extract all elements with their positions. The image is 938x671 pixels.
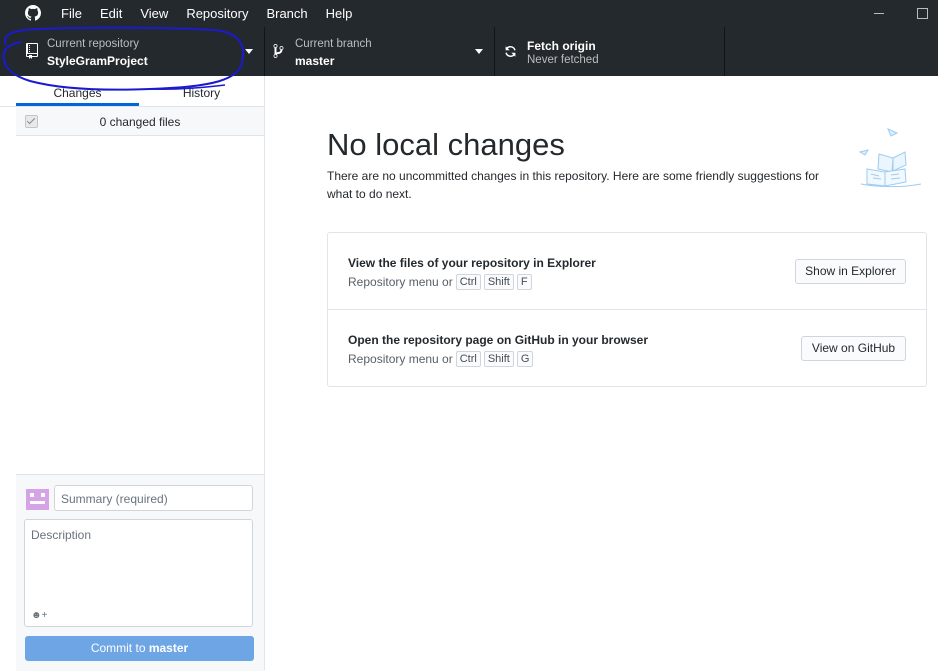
- page-subtitle: There are no uncommitted changes in this…: [327, 169, 820, 201]
- suggestion-hint-text: Repository menu or: [348, 275, 453, 289]
- kbd-ctrl: Ctrl: [455, 274, 481, 290]
- branch-name: master: [295, 54, 335, 68]
- suggestions-card: View the files of your repository in Exp…: [327, 232, 927, 387]
- show-in-explorer-button[interactable]: Show in Explorer: [795, 259, 906, 284]
- suggestion-hint: Repository menu or Ctrl Shift F: [348, 274, 532, 290]
- fetch-origin-button[interactable]: Fetch origin Never fetched: [495, 27, 725, 76]
- description-placeholder: Description: [31, 528, 92, 542]
- page-title: No local changes: [327, 127, 565, 162]
- kbd-g: G: [516, 351, 534, 367]
- commit-button[interactable]: Commit to master: [25, 636, 254, 661]
- commit-button-branch: master: [148, 641, 189, 655]
- maximize-icon: [916, 8, 928, 19]
- fetch-title: Fetch origin: [527, 39, 596, 53]
- kbd-ctrl: Ctrl: [455, 351, 481, 367]
- sidebar: Changes History 0 changed files Summary …: [0, 76, 265, 671]
- branch-caption: Current branch: [295, 38, 372, 50]
- view-on-github-button[interactable]: View on GitHub: [801, 336, 906, 361]
- commit-area: Summary (required) Description ☻+ Commit…: [16, 474, 264, 671]
- active-tab-indicator: [16, 103, 139, 106]
- annotation-circle: [2, 26, 245, 91]
- kbd-shift: Shift: [483, 274, 514, 290]
- suggestion-view-on-github: Open the repository page on GitHub in yo…: [328, 310, 926, 386]
- menu-help[interactable]: Help: [317, 0, 362, 27]
- maximize-button[interactable]: [902, 0, 938, 27]
- suggestion-title: Open the repository page on GitHub in yo…: [348, 333, 649, 347]
- add-coauthor-icon[interactable]: ☻+: [31, 610, 47, 621]
- avatar-icon: [26, 489, 49, 510]
- suggestion-show-in-explorer: View the files of your repository in Exp…: [328, 233, 926, 310]
- caret-down-icon: [475, 49, 483, 54]
- kbd-shift: Shift: [483, 351, 514, 367]
- checkbox-icon[interactable]: [25, 115, 38, 128]
- suggestion-hint-text: Repository menu or: [348, 352, 453, 366]
- description-input[interactable]: Description ☻+: [24, 519, 253, 627]
- summary-placeholder: Summary (required): [61, 492, 168, 506]
- commit-button-prefix: Commit to: [90, 641, 149, 655]
- minimize-icon: [874, 13, 884, 14]
- main-panel: No local changes There are no uncommitte…: [265, 76, 938, 670]
- empty-state-illustration: [858, 128, 922, 188]
- kbd-f: F: [516, 274, 532, 290]
- minimize-button[interactable]: [859, 0, 899, 27]
- changed-files-count: 0 changed files: [99, 115, 181, 129]
- suggestion-title: View the files of your repository in Exp…: [348, 256, 596, 270]
- branch-selector[interactable]: Current branch master: [265, 27, 495, 76]
- summary-input[interactable]: Summary (required): [54, 485, 253, 511]
- changed-files-header: 0 changed files: [16, 107, 264, 136]
- fetch-status: Never fetched: [527, 54, 599, 66]
- suggestion-hint: Repository menu or Ctrl Shift G: [348, 351, 534, 367]
- branch-icon: [273, 43, 284, 58]
- sync-icon: [505, 46, 516, 57]
